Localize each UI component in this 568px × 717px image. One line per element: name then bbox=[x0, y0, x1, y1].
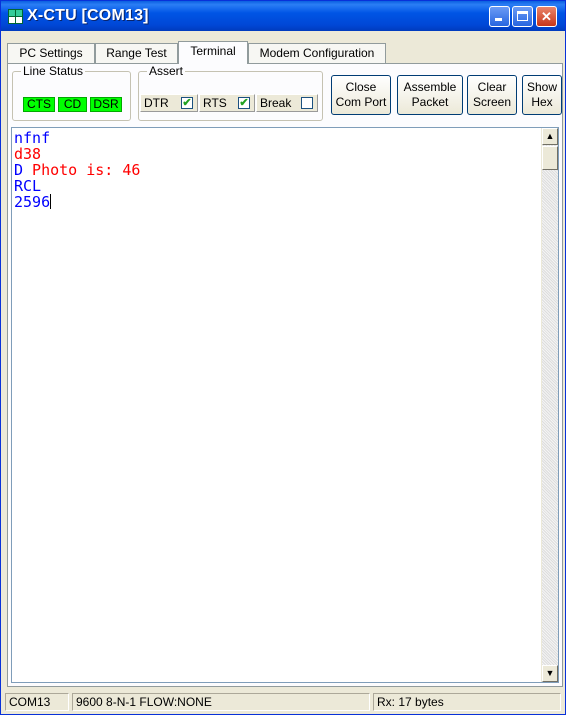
dsr-led: DSR bbox=[90, 97, 122, 112]
break-toggle[interactable]: Break bbox=[256, 94, 318, 112]
tab-modem-configuration[interactable]: Modem Configuration bbox=[248, 43, 386, 63]
rts-label: RTS bbox=[203, 96, 227, 110]
arrow-up-icon: ▲ bbox=[545, 131, 555, 141]
close-com-port-button[interactable]: Close Com Port bbox=[331, 75, 391, 115]
status-settings: 9600 8-N-1 FLOW:NONE bbox=[72, 693, 370, 711]
app-icon bbox=[7, 8, 23, 24]
terminal-line: nfnf bbox=[14, 129, 51, 147]
close-button[interactable]: ✕ bbox=[536, 6, 557, 27]
terminal-line: RCL bbox=[14, 177, 42, 195]
scroll-thumb[interactable] bbox=[542, 146, 558, 170]
minimize-icon bbox=[495, 18, 502, 21]
terminal-text: nfnf d38 D Photo is: 46 RCL 2596 bbox=[14, 130, 140, 210]
tab-terminal[interactable]: Terminal bbox=[178, 41, 248, 64]
line-status-label: Line Status bbox=[21, 64, 86, 78]
assert-group: Assert DTR ✔ RTS ✔ Break bbox=[138, 64, 323, 121]
terminal-output[interactable]: nfnf d38 D Photo is: 46 RCL 2596 ▲ ▼ bbox=[11, 127, 559, 683]
cts-led: CTS bbox=[23, 97, 55, 112]
rts-checkbox[interactable]: ✔ bbox=[238, 97, 250, 109]
status-port: COM13 bbox=[5, 693, 69, 711]
text-cursor bbox=[50, 194, 52, 209]
status-rx: Rx: 17 bytes bbox=[373, 693, 561, 711]
scroll-up-button[interactable]: ▲ bbox=[542, 128, 558, 145]
close-icon: ✕ bbox=[541, 9, 552, 24]
terminal-line-text: 2596 bbox=[14, 193, 51, 211]
break-label: Break bbox=[260, 96, 292, 110]
assert-label: Assert bbox=[147, 64, 186, 78]
tab-range-test[interactable]: Range Test bbox=[95, 43, 178, 63]
dtr-label: DTR bbox=[144, 96, 169, 110]
terminal-line: 2596 bbox=[14, 194, 140, 210]
assemble-packet-button[interactable]: Assemble Packet bbox=[397, 75, 463, 115]
show-hex-button[interactable]: Show Hex bbox=[522, 75, 562, 115]
xctu-window: X-CTU [COM13] ✕ PC Settings Range Test T… bbox=[0, 0, 566, 715]
terminal-line: D Photo is: 46 bbox=[14, 162, 140, 178]
maximize-button[interactable] bbox=[512, 6, 533, 27]
terminal-line: d38 bbox=[14, 145, 42, 163]
vertical-scrollbar[interactable]: ▲ ▼ bbox=[541, 128, 558, 682]
title-bar[interactable]: X-CTU [COM13] ✕ bbox=[1, 1, 565, 31]
dtr-checkbox[interactable]: ✔ bbox=[181, 97, 193, 109]
maximize-icon bbox=[517, 11, 528, 21]
line-status-group: Line Status CTS CD DSR bbox=[12, 64, 131, 121]
minimize-button[interactable] bbox=[489, 6, 510, 27]
scroll-down-button[interactable]: ▼ bbox=[542, 665, 558, 682]
break-checkbox[interactable] bbox=[301, 97, 313, 109]
dtr-toggle[interactable]: DTR ✔ bbox=[140, 94, 198, 112]
clear-screen-button[interactable]: Clear Screen bbox=[467, 75, 517, 115]
status-bar: COM13 9600 8-N-1 FLOW:NONE Rx: 17 bytes bbox=[5, 693, 561, 711]
rts-toggle[interactable]: RTS ✔ bbox=[199, 94, 255, 112]
window-title: X-CTU [COM13] bbox=[27, 7, 149, 24]
arrow-down-icon: ▼ bbox=[545, 668, 555, 678]
cd-led: CD bbox=[58, 97, 87, 112]
tab-pc-settings[interactable]: PC Settings bbox=[7, 43, 95, 63]
